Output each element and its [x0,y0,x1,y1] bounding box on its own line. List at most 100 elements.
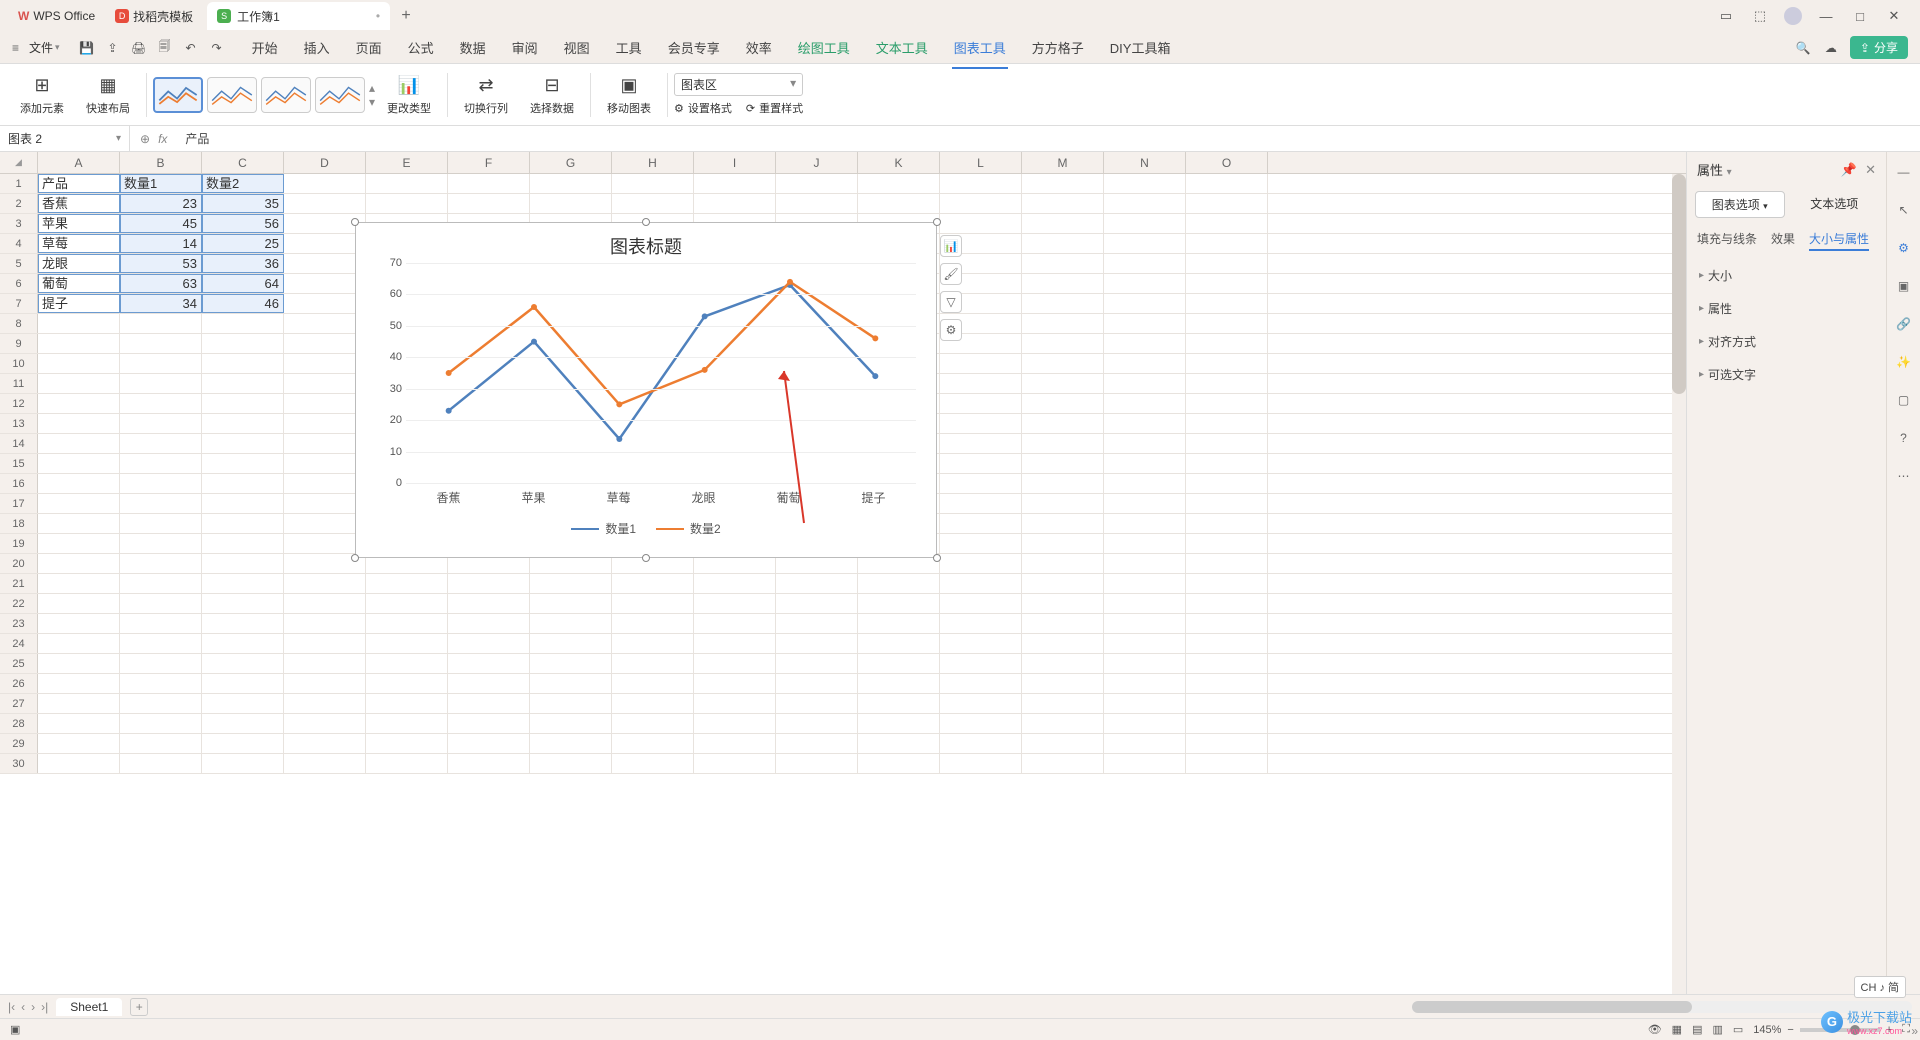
cloud-icon[interactable]: ☁ [1822,39,1840,57]
cell[interactable] [1186,234,1268,253]
collapse-icon[interactable]: — [1894,162,1914,182]
row-header[interactable]: 6 [0,274,38,293]
cell[interactable] [284,274,366,293]
cell[interactable] [284,454,366,473]
row-header[interactable]: 27 [0,694,38,713]
cell[interactable] [1104,174,1186,193]
cell[interactable] [858,614,940,633]
cell[interactable] [940,514,1022,533]
cell[interactable] [120,474,202,493]
add-sheet-button[interactable]: + [130,998,148,1016]
cell[interactable] [202,394,284,413]
cell[interactable] [284,694,366,713]
cell[interactable] [366,714,448,733]
status-mode-icon[interactable]: ▣ [10,1023,20,1036]
cell[interactable] [202,574,284,593]
change-type-button[interactable]: 📊更改类型 [377,64,441,125]
resize-handle[interactable] [933,554,941,562]
menu-tab-6[interactable]: 视图 [562,34,592,61]
cell[interactable] [1022,534,1104,553]
new-tab-button[interactable]: + [390,2,422,30]
col-header[interactable]: B [120,152,202,173]
cell[interactable] [1022,554,1104,573]
cell[interactable] [1022,654,1104,673]
cell[interactable] [366,674,448,693]
cell[interactable]: 25 [202,234,284,253]
cell[interactable]: 63 [120,274,202,293]
col-header[interactable]: C [202,152,284,173]
cell[interactable] [448,714,530,733]
subtab-effect[interactable]: 效果 [1771,230,1795,251]
cell[interactable] [530,674,612,693]
cell[interactable] [448,654,530,673]
col-header[interactable]: F [448,152,530,173]
menu-hamburger-icon[interactable]: ≡ [12,41,19,55]
cell[interactable] [1186,594,1268,613]
document-tab[interactable]: S 工作簿1 • [207,2,390,30]
cell[interactable] [120,574,202,593]
cell[interactable] [38,554,120,573]
cell[interactable] [202,714,284,733]
cell[interactable] [284,534,366,553]
file-menu[interactable]: 文件▾ [29,39,60,56]
cell[interactable] [530,714,612,733]
cell[interactable] [776,714,858,733]
cell[interactable] [366,694,448,713]
section-properties[interactable]: 属性 [1687,292,1886,325]
cell[interactable] [1186,694,1268,713]
view-eye-icon[interactable]: 👁 [1648,1023,1662,1036]
cell[interactable] [1022,734,1104,753]
menu-tab-7[interactable]: 工具 [614,34,644,61]
effects-icon[interactable]: ✨ [1894,352,1914,372]
cell[interactable] [940,214,1022,233]
cell[interactable] [202,694,284,713]
scrollbar-thumb[interactable] [1672,174,1686,394]
chart-area-select[interactable]: 图表区▾ [674,73,803,96]
cell[interactable] [1022,594,1104,613]
cell[interactable] [776,754,858,773]
cell[interactable]: 45 [120,214,202,233]
cell[interactable] [284,174,366,193]
row-header[interactable]: 11 [0,374,38,393]
cell[interactable] [120,334,202,353]
sheet-tab[interactable]: Sheet1 [56,998,122,1016]
row-header[interactable]: 10 [0,354,38,373]
cell[interactable] [284,194,366,213]
cell[interactable] [1104,414,1186,433]
cell[interactable] [448,574,530,593]
row-header[interactable]: 20 [0,554,38,573]
menu-tab-8[interactable]: 会员专享 [666,34,722,61]
cell[interactable] [858,674,940,693]
cell[interactable] [940,634,1022,653]
row-header[interactable]: 5 [0,254,38,273]
tab-text-options[interactable]: 文本选项 [1791,191,1879,218]
cell[interactable] [1022,434,1104,453]
cell[interactable] [1104,234,1186,253]
cell[interactable] [1104,674,1186,693]
cell[interactable] [202,334,284,353]
row-header[interactable]: 19 [0,534,38,553]
cell[interactable] [284,514,366,533]
cell[interactable] [1104,534,1186,553]
cell[interactable] [366,614,448,633]
chart-style-3[interactable] [261,77,311,113]
cell[interactable] [1104,754,1186,773]
cell[interactable]: 36 [202,254,284,273]
row-header[interactable]: 21 [0,574,38,593]
cell[interactable] [38,754,120,773]
cell[interactable] [858,654,940,673]
cell[interactable] [202,374,284,393]
cell[interactable] [858,574,940,593]
row-header[interactable]: 14 [0,434,38,453]
zoom-out-icon[interactable]: − [1787,1024,1793,1036]
cell[interactable] [1186,634,1268,653]
cell[interactable] [940,354,1022,373]
cell[interactable] [858,694,940,713]
cell[interactable] [530,654,612,673]
chart-style-icon[interactable]: 🖌 [940,263,962,285]
cell[interactable] [284,574,366,593]
cell[interactable] [612,674,694,693]
cell[interactable] [1022,754,1104,773]
set-format-button[interactable]: ⚙设置格式 [674,100,732,116]
box-icon[interactable]: ▢ [1894,390,1914,410]
